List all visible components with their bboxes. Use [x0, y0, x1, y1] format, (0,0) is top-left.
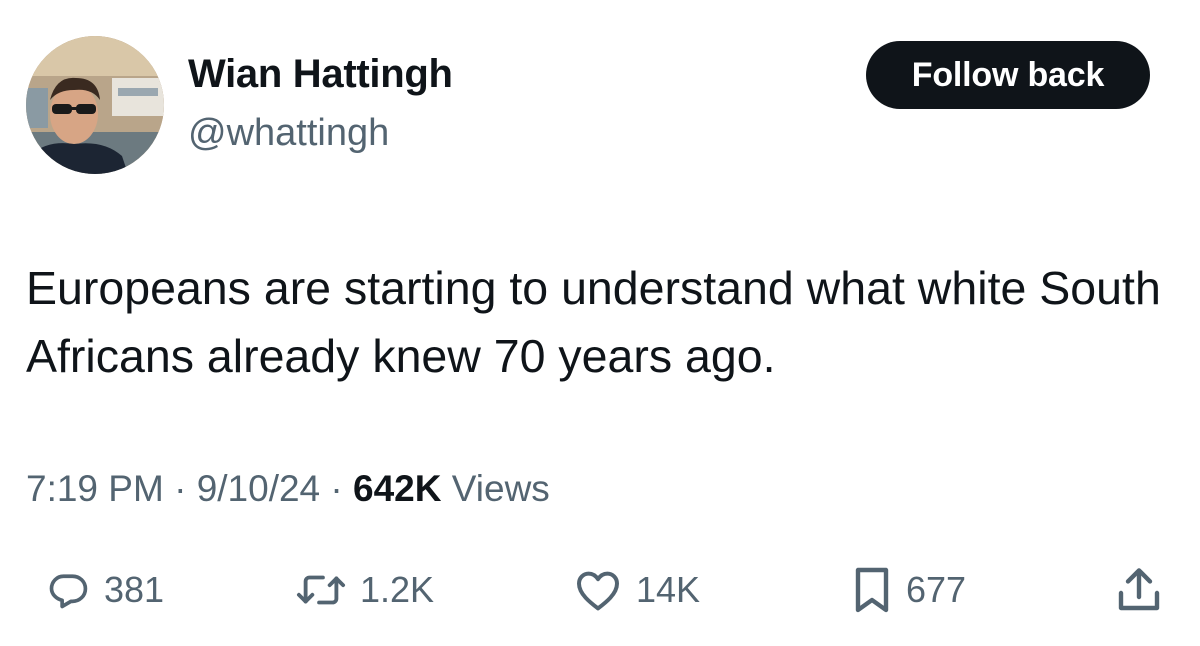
share-button[interactable]: [1116, 562, 1162, 618]
views-label: Views: [451, 468, 550, 509]
repost-button[interactable]: 1.2K: [296, 562, 434, 618]
repost-icon: [296, 575, 346, 605]
like-count: 14K: [636, 569, 701, 610]
avatar-image: [26, 36, 164, 174]
heart-icon: [577, 571, 619, 611]
share-icon: [1118, 568, 1160, 611]
tweet-meta: 7:19 PM · 9/10/24 · 642K Views: [26, 468, 550, 510]
author-handle[interactable]: @whattingh: [188, 112, 389, 155]
views-count: 642K: [353, 468, 442, 509]
bookmark-icon: [855, 567, 889, 613]
meta-separator: ·: [174, 468, 187, 509]
repost-count: 1.2K: [360, 569, 435, 610]
meta-separator: ·: [330, 468, 343, 509]
reply-button[interactable]: 381: [46, 562, 164, 618]
follow-back-button[interactable]: Follow back: [866, 41, 1150, 109]
bookmark-count: 677: [906, 569, 967, 610]
author-display-name[interactable]: Wian Hattingh: [188, 52, 453, 97]
like-button[interactable]: 14K: [574, 562, 700, 618]
reply-icon: [49, 574, 88, 609]
bookmark-button[interactable]: 677: [852, 562, 966, 618]
tweet-text: Europeans are starting to understand wha…: [26, 262, 1161, 382]
avatar[interactable]: [26, 36, 164, 174]
tweet-time[interactable]: 7:19 PM: [26, 468, 164, 509]
reply-count: 381: [104, 569, 165, 610]
tweet-date[interactable]: 9/10/24: [197, 468, 320, 509]
